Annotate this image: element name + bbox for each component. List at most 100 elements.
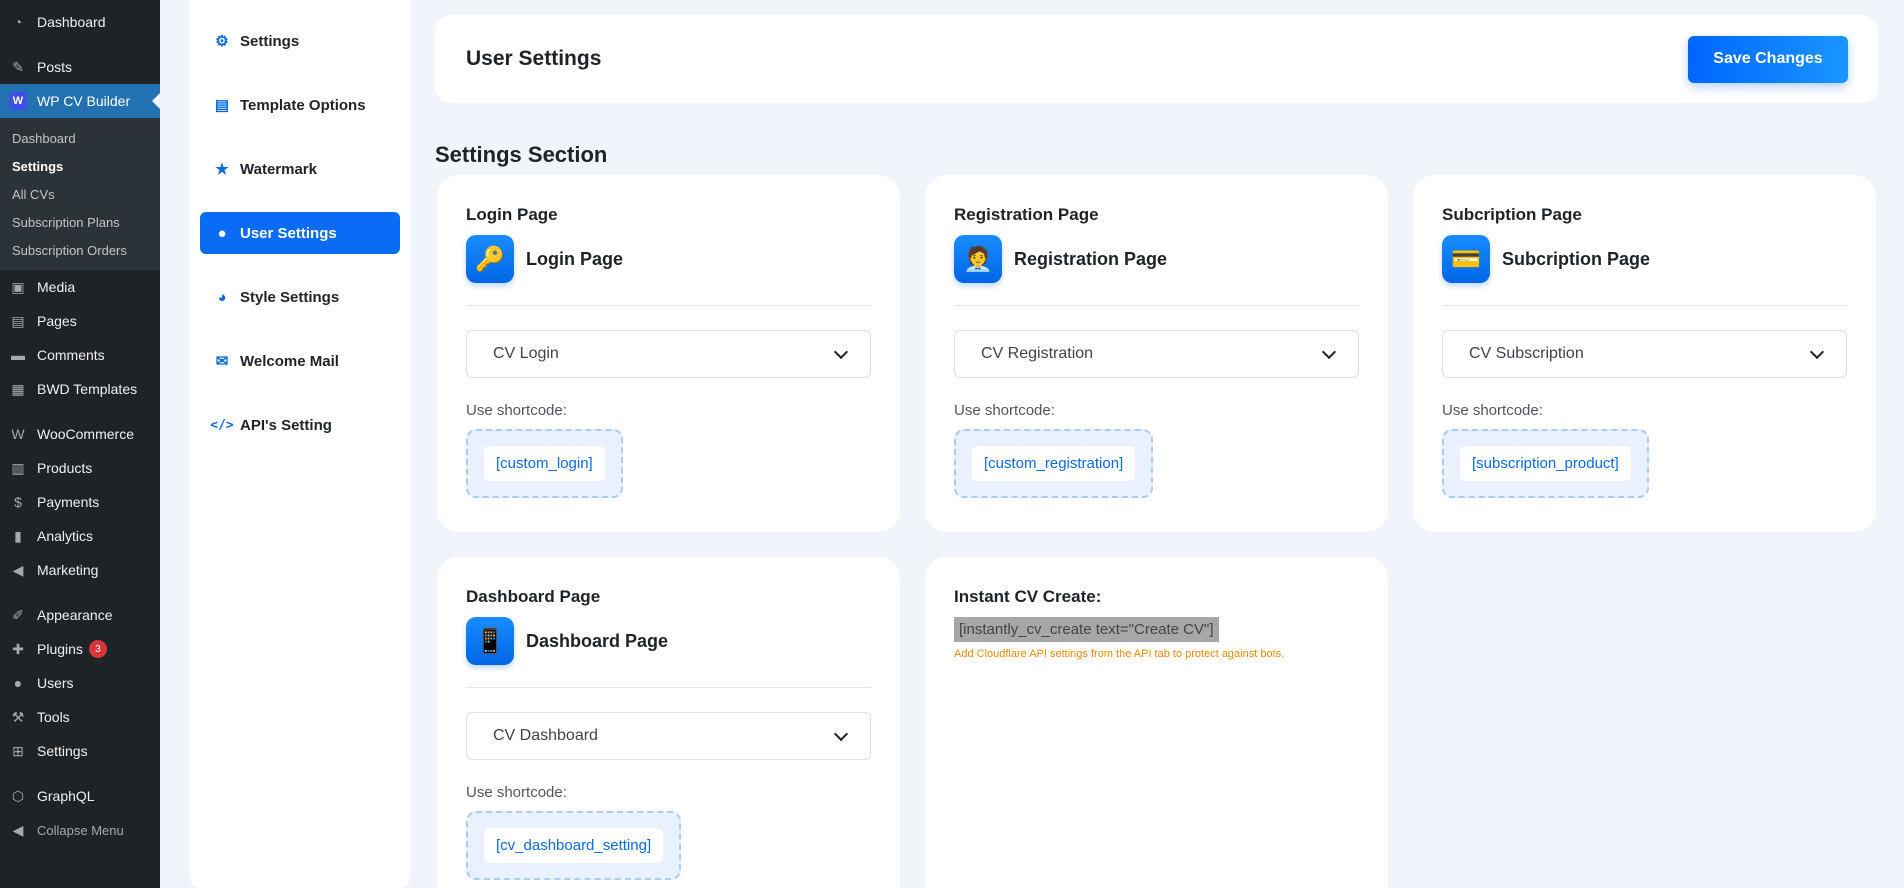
shortcode[interactable]: [subscription_product] xyxy=(1460,446,1631,481)
collapse-menu-button[interactable]: ◀ Collapse Menu xyxy=(0,813,160,847)
submenu-subscription-plans[interactable]: Subscription Plans xyxy=(0,208,160,236)
menu-label: Analytics xyxy=(37,528,94,544)
wp-submenu: Dashboard Settings All CVs Subscription … xyxy=(0,118,160,270)
page-title: User Settings xyxy=(466,47,602,70)
nav-label: Welcome Mail xyxy=(240,352,339,370)
nav-template-options[interactable]: ▤ Template Options xyxy=(200,84,400,126)
card-heading: Subcription Page xyxy=(1502,248,1651,269)
cloudflare-note: Add Cloudflare API settings from the API… xyxy=(954,648,1285,660)
chevron-down-icon xyxy=(833,726,849,741)
card-header: 💳 Subcription Page xyxy=(1442,235,1847,306)
menu-appearance[interactable]: ✐ Appearance xyxy=(0,598,160,632)
select-value: CV Registration xyxy=(981,345,1094,362)
submenu-all-cvs[interactable]: All CVs xyxy=(0,180,160,208)
menu-label: Dashboard xyxy=(37,14,106,30)
card-header: 🧑‍💼 Registration Page xyxy=(954,235,1359,306)
menu-plugins[interactable]: ✚ Plugins 3 xyxy=(0,632,160,666)
menu-label: Plugins xyxy=(37,641,83,657)
gear-icon: ⚙ xyxy=(215,33,229,50)
nav-user-settings[interactable]: ● User Settings xyxy=(200,212,400,254)
subscription-page-card: Subcription Page 💳 Subcription Page CV S… xyxy=(1413,175,1876,532)
menu-label: Marketing xyxy=(37,562,99,578)
menu-label: Appearance xyxy=(37,607,113,623)
menu-payments[interactable]: $ Payments xyxy=(0,485,160,519)
subscription-page-select[interactable]: CV Subscription xyxy=(1442,330,1847,378)
pages-icon: ▤ xyxy=(11,312,25,329)
products-icon: ▥ xyxy=(11,459,25,476)
menu-label: BWD Templates xyxy=(37,381,138,397)
use-shortcode-label: Use shortcode: xyxy=(954,402,1055,419)
card-title: Registration Page xyxy=(954,205,1099,224)
menu-wp-cv-builder[interactable]: W WP CV Builder xyxy=(0,84,160,118)
shortcode[interactable]: [cv_dashboard_setting] xyxy=(484,828,664,863)
plugins-icon: ✚ xyxy=(12,640,24,657)
menu-marketing[interactable]: ◀ Marketing xyxy=(0,553,160,587)
shortcode-box: [custom_login] xyxy=(466,429,623,498)
card-heading: Login Page xyxy=(526,248,624,269)
login-page-select[interactable]: CV Login xyxy=(466,330,871,378)
select-value: CV Subscription xyxy=(1469,345,1584,362)
menu-graphql[interactable]: ⬡ GraphQL xyxy=(0,779,160,813)
menu-label: Comments xyxy=(37,347,105,363)
menu-media[interactable]: ▣ Media xyxy=(0,270,160,304)
shortcode[interactable]: [custom_registration] xyxy=(972,446,1136,481)
dashboard-page-select[interactable]: CV Dashboard xyxy=(466,712,871,760)
save-changes-button[interactable]: Save Changes xyxy=(1688,35,1848,83)
card-heading: Dashboard Page xyxy=(526,630,669,651)
comments-icon: ▬ xyxy=(11,347,25,363)
card-heading: Registration Page xyxy=(1014,248,1168,269)
menu-posts[interactable]: ✎ Posts xyxy=(0,50,160,84)
phone-icon: 📱 xyxy=(466,617,514,665)
submenu-settings[interactable]: Settings xyxy=(0,152,160,180)
mail-icon: ✉ xyxy=(215,353,229,370)
nav-label: API's Setting xyxy=(240,416,332,434)
menu-users[interactable]: ● Users xyxy=(0,666,160,700)
marketing-icon: ◀ xyxy=(12,561,24,578)
analytics-icon: ▮ xyxy=(14,527,22,544)
menu-label: Posts xyxy=(37,59,73,75)
instant-cv-shortcode[interactable]: [instantly_cv_create text="Create CV"] xyxy=(954,617,1219,642)
menu-label: WooCommerce xyxy=(37,426,134,442)
plugin-settings-nav: ⚙ Settings ▤ Template Options ★ Watermar… xyxy=(190,0,410,888)
submenu-dashboard[interactable]: Dashboard xyxy=(0,124,160,152)
menu-products[interactable]: ▥ Products xyxy=(0,451,160,485)
nav-settings[interactable]: ⚙ Settings xyxy=(200,20,400,62)
menu-label: Products xyxy=(37,460,93,476)
plugins-update-badge: 3 xyxy=(88,640,107,658)
menu-label: GraphQL xyxy=(37,788,95,804)
menu-pages[interactable]: ▤ Pages xyxy=(0,304,160,338)
menu-comments[interactable]: ▬ Comments xyxy=(0,338,160,372)
menu-woocommerce[interactable]: W WooCommerce xyxy=(0,417,160,451)
menu-label: Tools xyxy=(37,709,70,725)
nav-label: User Settings xyxy=(240,224,337,242)
dashboard-icon: ◔ xyxy=(13,14,23,30)
wpcv-icon: W xyxy=(9,92,27,110)
person-icon: 🧑‍💼 xyxy=(954,235,1002,283)
chevron-down-icon xyxy=(1809,344,1825,359)
select-value: CV Login xyxy=(493,345,559,362)
section-title: Settings Section xyxy=(435,142,608,167)
graphql-icon: ⬡ xyxy=(11,787,25,804)
menu-settings[interactable]: ⊞ Settings xyxy=(0,734,160,768)
menu-bwd-templates[interactable]: ▦ BWD Templates xyxy=(0,372,160,406)
shortcode[interactable]: [custom_login] xyxy=(484,446,605,481)
registration-page-card: Registration Page 🧑‍💼 Registration Page … xyxy=(925,175,1388,532)
menu-label: Media xyxy=(37,279,76,295)
nav-label: Style Settings xyxy=(240,288,340,306)
select-value: CV Dashboard xyxy=(493,727,598,744)
nav-welcome-mail[interactable]: ✉ Welcome Mail xyxy=(200,340,400,382)
media-icon: ▣ xyxy=(11,278,25,295)
instant-cv-create-card: Instant CV Create: [instantly_cv_create … xyxy=(925,557,1388,888)
registration-page-select[interactable]: CV Registration xyxy=(954,330,1359,378)
menu-label: WP CV Builder xyxy=(37,93,131,109)
nav-api-setting[interactable]: </> API's Setting xyxy=(200,404,400,446)
menu-tools[interactable]: ⚒ Tools xyxy=(0,700,160,734)
menu-dashboard[interactable]: ◔ Dashboard xyxy=(0,5,160,39)
submenu-subscription-orders[interactable]: Subscription Orders xyxy=(0,236,160,264)
shortcode-box: [subscription_product] xyxy=(1442,429,1649,498)
payments-icon: $ xyxy=(14,494,22,510)
nav-watermark[interactable]: ★ Watermark xyxy=(200,148,400,190)
nav-style-settings[interactable]: ◕ Style Settings xyxy=(200,276,400,318)
chevron-down-icon xyxy=(833,344,849,359)
menu-analytics[interactable]: ▮ Analytics xyxy=(0,519,160,553)
